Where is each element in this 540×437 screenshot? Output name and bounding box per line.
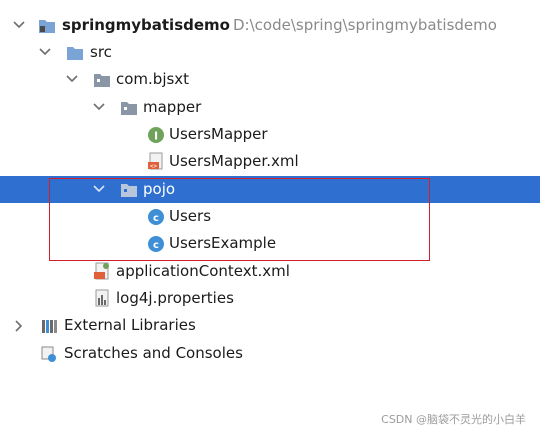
- package-icon: [120, 98, 138, 117]
- tree-row-log4j[interactable]: log4j.properties: [0, 285, 540, 312]
- tree-row-project[interactable]: springmybatisdemo D:\code\spring\springm…: [0, 12, 540, 39]
- libraries-icon: [40, 316, 58, 335]
- package-label: com.bjsxt: [116, 70, 190, 88]
- chevron-down-icon[interactable]: [13, 12, 29, 39]
- spring-xml-icon: [93, 262, 111, 281]
- log4j-label: log4j.properties: [116, 289, 234, 307]
- pojo-label: pojo: [143, 180, 176, 198]
- class-icon: c: [147, 207, 165, 226]
- interface-icon: I: [147, 125, 165, 144]
- tree-row-src[interactable]: src: [0, 39, 540, 66]
- tree-row-mapper[interactable]: mapper: [0, 94, 540, 121]
- project-path: D:\code\spring\springmybatisdemo: [233, 16, 497, 34]
- properties-file-icon: [93, 289, 111, 308]
- svg-text:c: c: [153, 213, 159, 224]
- src-label: src: [90, 43, 112, 61]
- tree-row-users[interactable]: c Users: [0, 203, 540, 230]
- chevron-down-icon[interactable]: [93, 176, 109, 203]
- users-mapper-label: UsersMapper: [169, 125, 268, 143]
- project-name: springmybatisdemo: [62, 16, 230, 34]
- package-icon: [120, 180, 138, 199]
- svg-text:c: c: [153, 240, 159, 251]
- scratches-icon: [40, 344, 58, 363]
- source-folder-icon: [66, 43, 84, 62]
- svg-text:I: I: [154, 130, 158, 143]
- users-mapper-xml-label: UsersMapper.xml: [169, 152, 299, 170]
- chevron-right-icon[interactable]: [14, 312, 30, 339]
- tree-row-external-libraries[interactable]: External Libraries: [0, 312, 540, 339]
- application-context-label: applicationContext.xml: [116, 262, 290, 280]
- tree-row-package[interactable]: com.bjsxt: [0, 66, 540, 93]
- chevron-down-icon[interactable]: [66, 66, 82, 93]
- scratches-label: Scratches and Consoles: [64, 344, 243, 362]
- mapper-label: mapper: [143, 98, 202, 116]
- external-libraries-label: External Libraries: [64, 316, 196, 334]
- xml-file-icon: <>: [147, 152, 165, 171]
- users-example-label: UsersExample: [169, 234, 277, 252]
- tree-row-users-example[interactable]: c UsersExample: [0, 230, 540, 257]
- chevron-down-icon[interactable]: [93, 94, 109, 121]
- users-label: Users: [169, 207, 212, 225]
- class-icon: c: [147, 234, 165, 253]
- module-folder-icon: [38, 16, 56, 35]
- tree-row-users-mapper-xml[interactable]: <> UsersMapper.xml: [0, 148, 540, 175]
- tree-row-users-mapper[interactable]: I UsersMapper: [0, 121, 540, 148]
- svg-text:<>: <>: [150, 163, 158, 170]
- chevron-down-icon[interactable]: [39, 39, 55, 66]
- tree-row-scratches[interactable]: Scratches and Consoles: [0, 340, 540, 367]
- watermark: CSDN @脑袋不灵光的小白羊: [381, 413, 526, 426]
- package-icon: [93, 70, 111, 89]
- tree-row-pojo[interactable]: pojo: [0, 176, 540, 203]
- tree-row-application-context[interactable]: applicationContext.xml: [0, 258, 540, 285]
